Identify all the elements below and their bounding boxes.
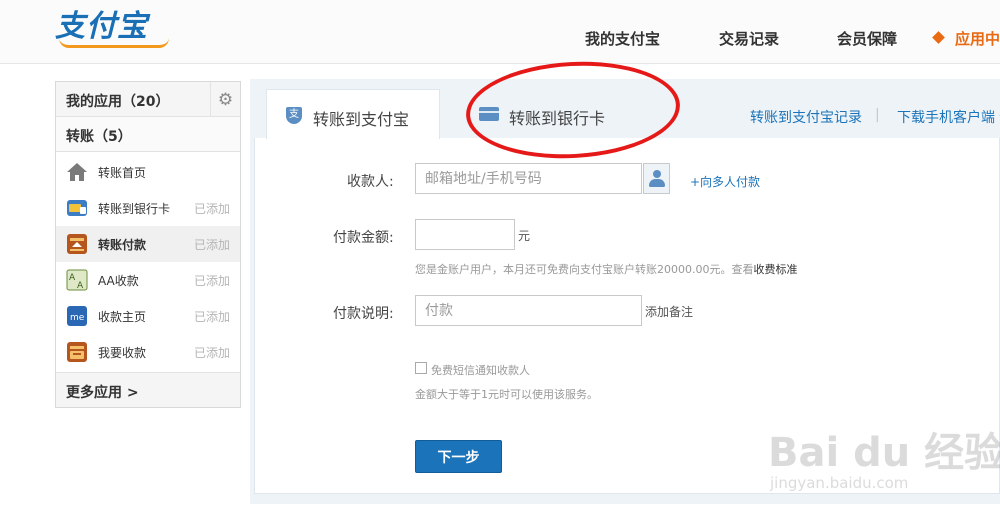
added-status: 已添加 bbox=[193, 274, 230, 288]
contacts-button[interactable] bbox=[643, 163, 670, 194]
added-status: 已添加 bbox=[193, 202, 230, 216]
payee-input[interactable] bbox=[415, 163, 642, 194]
nav-active-marker-icon bbox=[932, 31, 945, 44]
sidebar-item-label: 转账到银行卡 bbox=[98, 202, 171, 216]
sidebar: 我的应用（20） ⚙ 转账（5） 转账首页 转账到银行卡 已添加 转账付款 已添… bbox=[55, 81, 241, 408]
sidebar-item-transfer-home[interactable]: 转账首页 bbox=[56, 154, 240, 190]
added-status: 已添加 bbox=[193, 310, 230, 324]
note-input[interactable] bbox=[415, 295, 642, 326]
sidebar-item-label: 我要收款 bbox=[98, 346, 147, 360]
bank-card-app-icon bbox=[67, 200, 87, 216]
amount-hint-text: 您是金账户用户，本月还可免费向支付宝账户转账20000.00元。查看 bbox=[415, 263, 754, 276]
nav-transactions[interactable]: 交易记录 bbox=[719, 28, 779, 49]
next-step-button[interactable]: 下一步 bbox=[415, 440, 502, 473]
sidebar-item-bank-card[interactable]: 转账到银行卡 已添加 bbox=[56, 190, 240, 226]
sidebar-item-label: 转账付款 bbox=[98, 238, 147, 252]
multi-payee-link[interactable]: +向多人付款 bbox=[690, 173, 760, 190]
watermark-main: Bai du 经验 bbox=[768, 430, 1000, 476]
sidebar-item-label: AA收款 bbox=[98, 274, 139, 288]
person-icon-body bbox=[649, 179, 665, 187]
baidu-jingyan-watermark: Bai du 经验 jingyan.baidu.com bbox=[768, 420, 1000, 500]
payee-label: 收款人: bbox=[347, 174, 394, 190]
sms-notify-hint: 金额大于等于1元时可以使用该服务。 bbox=[415, 388, 598, 401]
link-separator: | bbox=[875, 107, 880, 123]
sidebar-item-receive-money[interactable]: 我要收款 已添加 bbox=[56, 334, 240, 370]
fee-standard-link[interactable]: 收费标准 bbox=[753, 263, 797, 276]
sms-notify-label: 免费短信通知收款人 bbox=[431, 364, 530, 377]
note-label: 付款说明: bbox=[333, 306, 394, 322]
tab-label: 转账到支付宝 bbox=[313, 110, 410, 129]
svg-text:A: A bbox=[77, 281, 84, 291]
download-client-link[interactable]: 下载手机客户端 ▾ bbox=[897, 107, 1000, 127]
gear-icon[interactable]: ⚙ bbox=[210, 82, 240, 117]
sidebar-section: 转账（5） bbox=[56, 117, 240, 152]
my-apps-title: 我的应用（20） bbox=[66, 94, 170, 110]
svg-text:me: me bbox=[70, 313, 85, 323]
added-status: 已添加 bbox=[193, 238, 230, 252]
amount-unit: 元 bbox=[518, 229, 531, 243]
sidebar-item-aa-collect[interactable]: AA AA收款 已添加 bbox=[56, 262, 240, 298]
alipay-shield-icon: 支 bbox=[286, 107, 302, 124]
sidebar-item-transfer-payment[interactable]: 转账付款 已添加 bbox=[56, 226, 240, 262]
added-status: 已添加 bbox=[193, 346, 230, 360]
app-list: 转账首页 转账到银行卡 已添加 转账付款 已添加 AA AA收款 已添加 me … bbox=[56, 152, 240, 372]
amount-input[interactable] bbox=[415, 219, 515, 250]
sidebar-item-label: 转账首页 bbox=[98, 166, 147, 180]
sms-notify-checkbox[interactable] bbox=[415, 362, 427, 374]
amount-hint: 您是金账户用户，本月还可免费向支付宝账户转账20000.00元。查看收费标准 bbox=[415, 261, 797, 277]
watermark-url: jingyan.baidu.com bbox=[770, 474, 909, 492]
add-note-link[interactable]: 添加备注 bbox=[645, 303, 693, 320]
main-nav: 我的支付宝 交易记录 会员保障 应用中 bbox=[0, 28, 1000, 50]
transfer-records-link[interactable]: 转账到支付宝记录 bbox=[750, 107, 862, 127]
transfer-payment-icon bbox=[67, 234, 87, 254]
sidebar-header: 我的应用（20） ⚙ bbox=[56, 82, 240, 117]
home-icon bbox=[67, 163, 87, 181]
sidebar-item-label: 收款主页 bbox=[98, 310, 147, 324]
sidebar-item-collect-home[interactable]: me 收款主页 已添加 bbox=[56, 298, 240, 334]
amount-label: 付款金额: bbox=[333, 230, 394, 246]
nav-apps[interactable]: 应用中 bbox=[955, 28, 1000, 49]
tab-transfer-to-alipay[interactable]: 支 转账到支付宝 bbox=[266, 89, 440, 139]
sidebar-footer: 更多应用 > bbox=[56, 372, 240, 407]
svg-text:A: A bbox=[69, 273, 76, 283]
top-header: 支付宝 我的支付宝 交易记录 会员保障 应用中 bbox=[0, 0, 1000, 64]
aa-collect-icon: AA bbox=[66, 269, 88, 291]
nav-member-protection[interactable]: 会员保障 bbox=[837, 28, 897, 49]
receive-money-icon bbox=[67, 342, 87, 362]
collect-home-icon: me bbox=[67, 306, 87, 326]
more-apps-link[interactable]: 更多应用 > bbox=[66, 382, 139, 402]
nav-my-alipay[interactable]: 我的支付宝 bbox=[585, 28, 660, 49]
transfer-section-title: 转账（5） bbox=[66, 129, 132, 145]
person-icon bbox=[653, 170, 661, 178]
